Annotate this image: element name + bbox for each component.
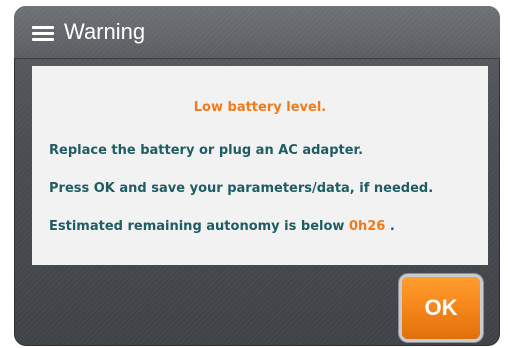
- dialog-title: Warning: [64, 19, 146, 44]
- autonomy-text: Estimated remaining autonomy is below: [49, 219, 345, 234]
- dialog-titlebar: Warning: [14, 6, 500, 59]
- autonomy-value: 0h26: [348, 219, 386, 234]
- ok-button[interactable]: OK: [402, 277, 480, 339]
- message-line-save-data: Press OK and save your parameters/data, …: [49, 181, 434, 196]
- autonomy-period: .: [389, 219, 395, 234]
- warning-dialog: Warning Low battery level. Replace the b…: [14, 6, 500, 346]
- hamburger-menu-icon[interactable]: [32, 26, 54, 42]
- message-line-autonomy: Estimated remaining autonomy is below 0h…: [32, 219, 488, 235]
- warning-headline: Low battery level.: [193, 100, 327, 115]
- message-panel: Low battery level. Replace the battery o…: [32, 66, 488, 265]
- message-line-replace-battery: Replace the battery or plug an AC adapte…: [49, 143, 364, 158]
